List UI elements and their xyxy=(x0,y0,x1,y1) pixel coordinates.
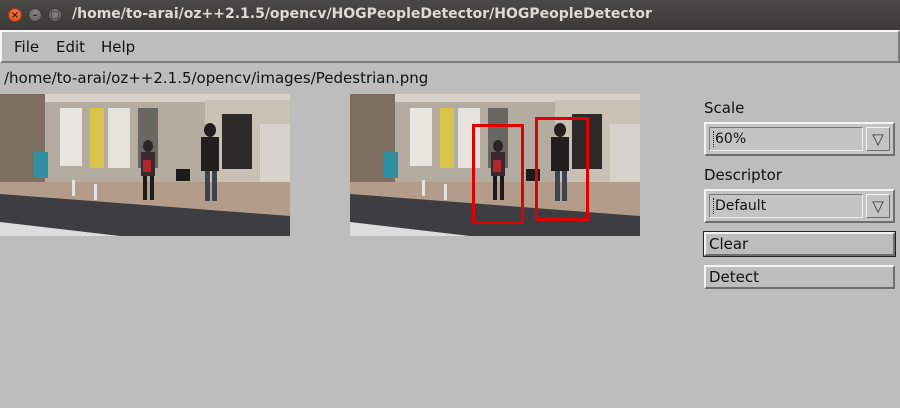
close-icon[interactable]: × xyxy=(8,8,22,22)
detection-result-view xyxy=(350,94,640,236)
detection-box xyxy=(535,117,589,221)
maximize-icon[interactable]: □ xyxy=(48,8,62,22)
descriptor-combobox[interactable]: Default ▽ xyxy=(704,189,895,223)
menu-bar: File Edit Help xyxy=(0,30,900,63)
scale-combobox[interactable]: 60% ▽ xyxy=(704,122,895,156)
original-image-view xyxy=(0,94,290,236)
menu-help[interactable]: Help xyxy=(101,38,135,56)
window-title: /home/to-arai/oz++2.1.5/opencv/HOGPeople… xyxy=(72,6,652,22)
descriptor-label: Descriptor xyxy=(704,166,782,184)
image-path-label: /home/to-arai/oz++2.1.5/opencv/images/Pe… xyxy=(4,69,429,87)
menu-edit[interactable]: Edit xyxy=(56,38,85,56)
scale-value[interactable]: 60% xyxy=(709,127,863,151)
scale-label: Scale xyxy=(704,99,745,117)
minimize-icon[interactable]: – xyxy=(28,8,42,22)
window-titlebar: × – □ /home/to-arai/oz++2.1.5/opencv/HOG… xyxy=(0,0,900,30)
descriptor-value[interactable]: Default xyxy=(709,194,863,218)
menu-file[interactable]: File xyxy=(14,38,39,56)
dropdown-arrow-icon[interactable]: ▽ xyxy=(866,127,890,151)
clear-button[interactable]: Clear xyxy=(703,231,896,257)
detect-button[interactable]: Detect xyxy=(704,265,895,289)
detection-box xyxy=(472,124,524,224)
dropdown-arrow-icon[interactable]: ▽ xyxy=(866,194,890,218)
street-scene-image xyxy=(0,94,290,236)
